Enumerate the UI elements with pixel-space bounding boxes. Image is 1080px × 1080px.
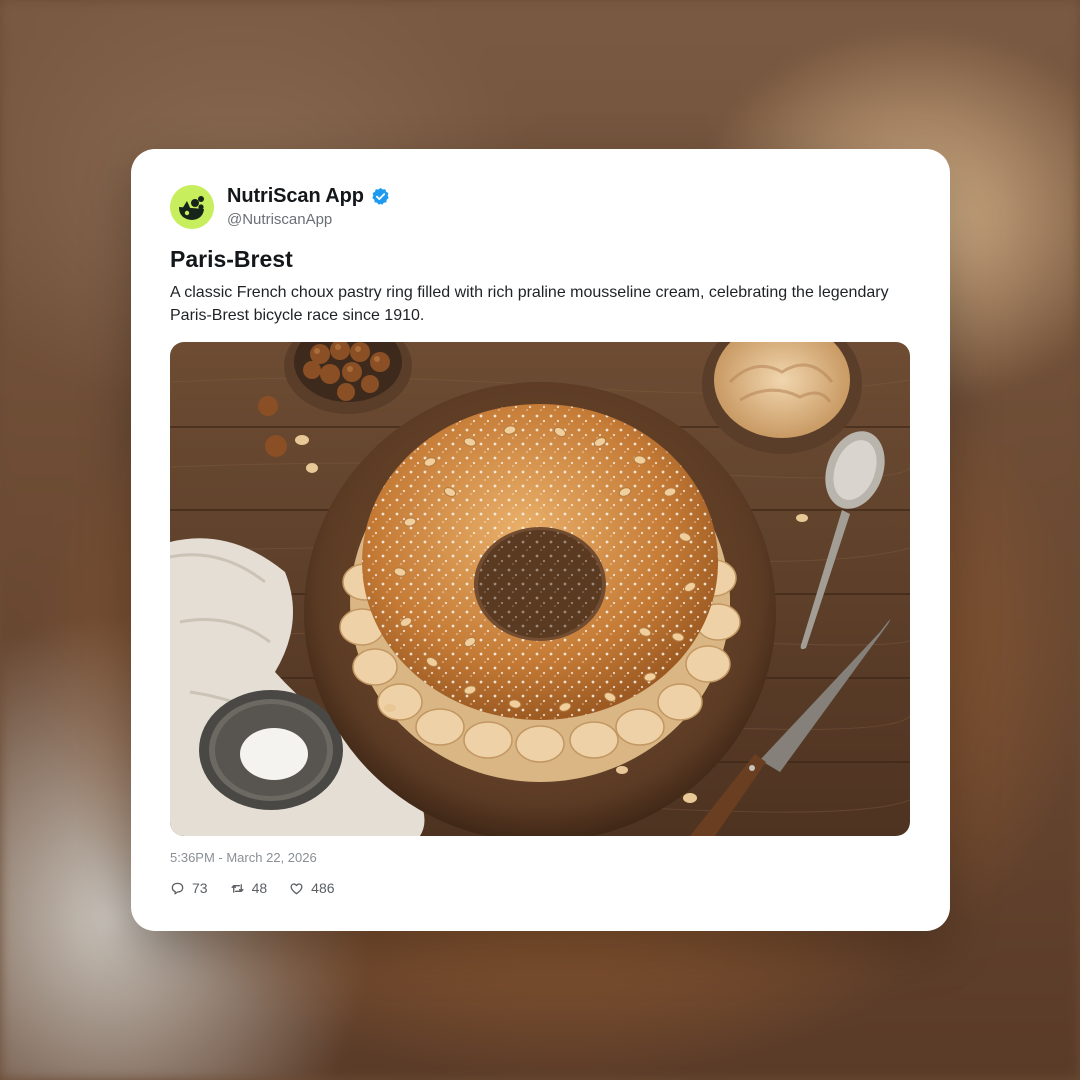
paris-brest-photo bbox=[170, 342, 910, 836]
speech-bubble-icon bbox=[171, 882, 184, 894]
avatar[interactable] bbox=[170, 185, 214, 229]
post-description: A classic French choux pastry ring fille… bbox=[170, 284, 889, 324]
account-handle[interactable]: @NutriscanApp bbox=[227, 211, 332, 228]
retweet-button[interactable]: 48 bbox=[230, 880, 268, 896]
display-name[interactable]: NutriScan App bbox=[227, 185, 364, 208]
reply-count: 73 bbox=[192, 880, 208, 896]
retweet-count: 48 bbox=[251, 880, 268, 896]
post-title: Paris-Brest bbox=[170, 246, 293, 272]
retweet-arrows-icon bbox=[231, 883, 244, 893]
post-card: NutriScan App @NutriscanApp Paris-Brest … bbox=[131, 149, 950, 931]
post-timestamp[interactable]: 5:36PM - March 22, 2026 bbox=[170, 850, 317, 865]
nutriscan-logo-icon bbox=[179, 196, 204, 220]
like-count: 486 bbox=[311, 880, 335, 896]
action-bar: 73 48 486 bbox=[170, 880, 335, 896]
name-row: NutriScan App bbox=[227, 185, 390, 208]
like-button[interactable]: 486 bbox=[289, 880, 335, 896]
post-image[interactable] bbox=[170, 342, 910, 836]
reply-button[interactable]: 73 bbox=[170, 880, 208, 896]
heart-icon bbox=[290, 882, 303, 894]
verified-badge-icon bbox=[372, 187, 389, 205]
